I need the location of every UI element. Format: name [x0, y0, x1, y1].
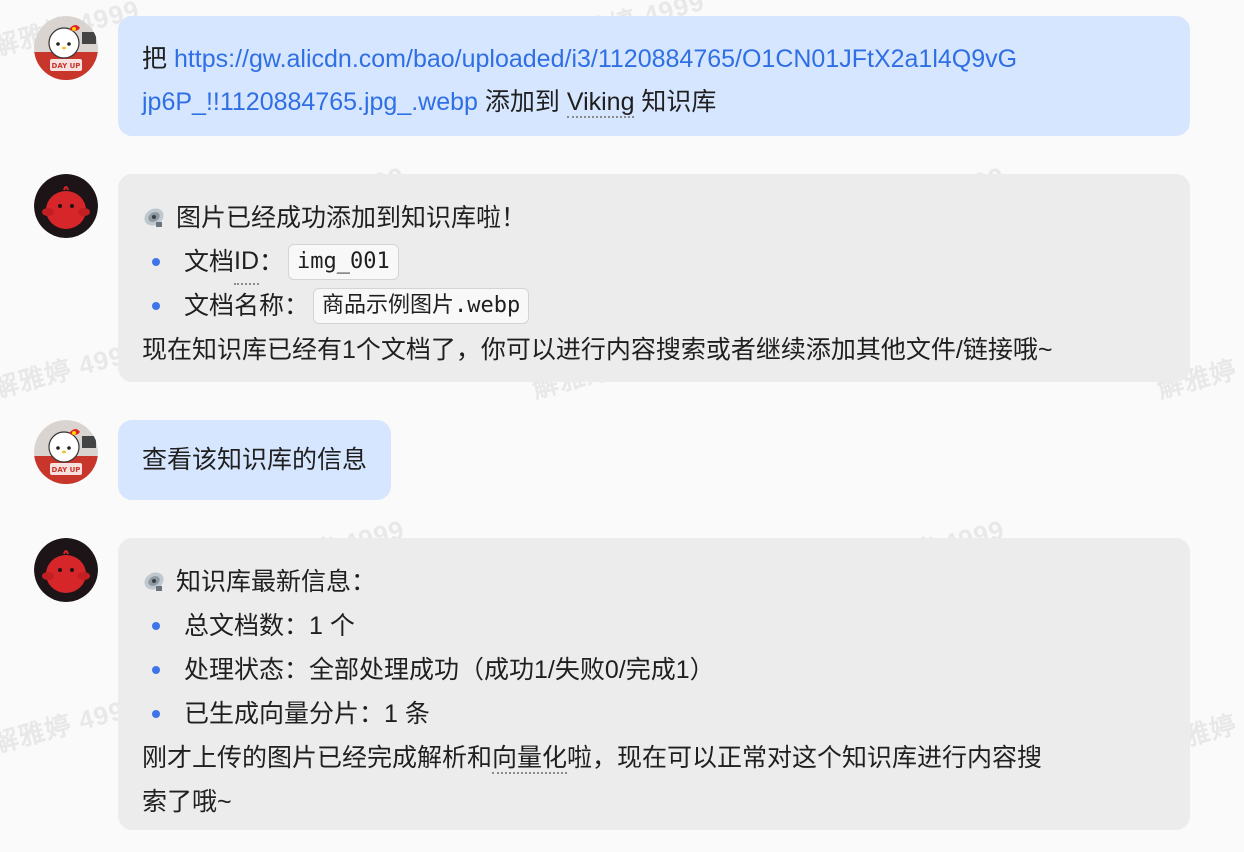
kitty-avatar-icon: DAY UP [34, 420, 98, 484]
assistant-bubble: 知识库最新信息： 总文档数：1 个 处理状态：全部处理成功（成功1/失败0/完成… [118, 538, 1190, 830]
satellite-dish-icon [144, 572, 164, 591]
reply-footer: 现在知识库已经有1个文档了，你可以进行内容搜索或者继续添加其他文件/链接哦~ [142, 336, 1053, 364]
kitty-avatar-icon: DAY UP [34, 16, 98, 80]
image-link[interactable]: https://gw.alicdn.com/bao/uploaded/i3/11… [174, 45, 1017, 73]
message-text: 查看该知识库的信息 [142, 446, 368, 474]
item-text: 处理状态：全部处理成功（成功1/失败0/完成1） [184, 656, 715, 684]
doc-name-text: 商品示例图片 [322, 293, 455, 318]
message-text: 添加到 [477, 88, 567, 116]
bullet-dot [152, 258, 160, 266]
doc-id-code: img_001 [288, 244, 399, 280]
message-text: 把 [142, 45, 174, 73]
reply-footer: 刚才上传的图片已经完成解析和向量化啦，现在可以正常对这个知识库进行内容搜 [142, 736, 1166, 780]
doc-ext-text: .webp [454, 293, 521, 318]
item-text: 总文档数：1 个 [184, 612, 355, 640]
bullet-dot [152, 302, 160, 310]
assistant-bubble: 图片已经成功添加到知识库啦！ 文档 ID： img_001 文档名称： 商品示例图… [118, 174, 1190, 382]
bullet-dot [152, 622, 160, 630]
red-bird-avatar-icon [34, 538, 98, 602]
reply-heading: 图片已经成功添加到知识库啦！ [142, 196, 1166, 240]
list-item: 处理状态：全部处理成功（成功1/失败0/完成1） [142, 648, 1166, 692]
vectorize-term[interactable]: 向量化 [492, 744, 568, 774]
item-label: ： [259, 248, 285, 276]
message-line: jp6P_!!1120884765.jpg_.webp 添加到 Viking 知… [142, 81, 1166, 124]
red-bird-avatar-icon [34, 174, 98, 238]
list-item: 总文档数：1 个 [142, 604, 1166, 648]
user-bubble: 把 https://gw.alicdn.com/bao/uploaded/i3/… [118, 16, 1190, 136]
item-label: 文档 [184, 248, 235, 276]
item-text: 已生成向量分片：1 条 [184, 700, 430, 728]
bot-avatar[interactable] [34, 174, 98, 238]
bullet-dot [152, 666, 160, 674]
item-label: 文档名称： [184, 292, 310, 320]
image-link-continued[interactable]: jp6P_!!1120884765.jpg_.webp [142, 88, 478, 116]
list-item: 已生成向量分片：1 条 [142, 692, 1166, 736]
message-line: 把 https://gw.alicdn.com/bao/uploaded/i3/… [142, 38, 1166, 81]
reply-heading: 知识库最新信息： [142, 560, 1166, 604]
kb-name-term[interactable]: Viking [566, 88, 635, 118]
footer-text: 啦，现在可以正常对这个知识库进行内容搜 [567, 744, 1043, 772]
bot-avatar[interactable] [34, 538, 98, 602]
list-item: 文档名称： 商品示例图片.webp [142, 284, 1166, 328]
user-bubble: 查看该知识库的信息 [118, 420, 392, 500]
doc-name-code: 商品示例图片.webp [313, 288, 530, 324]
user-avatar[interactable]: DAY UP [34, 420, 98, 484]
reply-heading-text: 知识库最新信息： [176, 568, 377, 596]
reply-heading-text: 图片已经成功添加到知识库啦！ [176, 204, 527, 232]
satellite-dish-icon [144, 208, 164, 227]
reply-footer: 索了哦~ [142, 788, 232, 816]
list-item: 文档 ID： img_001 [142, 239, 1166, 285]
footer-text: 刚才上传的图片已经完成解析和 [142, 744, 493, 772]
user-avatar[interactable]: DAY UP [34, 16, 98, 80]
message-text: 知识库 [634, 88, 717, 116]
id-term[interactable]: ID [234, 239, 260, 285]
svg-text:DAY UP: DAY UP [52, 466, 81, 474]
svg-text:DAY UP: DAY UP [52, 62, 81, 70]
chat-page: 解雅婷 4999 解雅婷 4999 解雅婷 4999 解雅婷 4999 解雅婷 … [0, 0, 1244, 852]
bullet-dot [152, 710, 160, 718]
